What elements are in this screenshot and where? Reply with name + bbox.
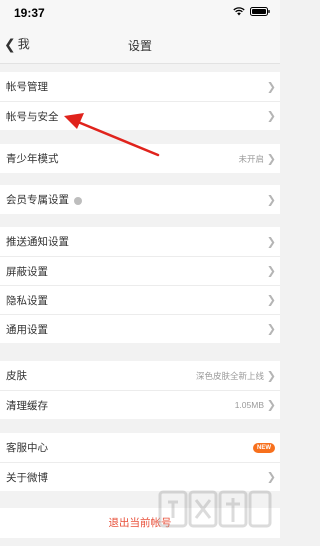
settings-item-teen-mode[interactable]: 青少年模式 未开启 ❯ (0, 144, 280, 173)
cache-size: 1.05MB (234, 400, 264, 410)
chevron-right-icon: ❯ (266, 236, 276, 248)
battery-icon (250, 7, 270, 16)
chevron-right-icon: ❯ (266, 370, 276, 382)
chevron-right-icon: ❯ (266, 294, 276, 307)
chevron-right-icon: ❯ (266, 265, 276, 278)
skin-value: 深色皮肤全新上线 (195, 370, 264, 381)
chevron-right-icon: ❯ (266, 81, 276, 93)
chevron-right-icon: ❯ (266, 110, 276, 123)
settings-item-skin[interactable]: 皮肤 深色皮肤全新上线 ❯ (0, 361, 280, 390)
settings-item-label: 帐号管理 (6, 81, 48, 93)
status-bar: 19:37 (0, 0, 280, 26)
settings-group-account: 帐号管理 ❯ 帐号与安全 ❯ (0, 72, 280, 130)
status-icons (233, 7, 270, 16)
chevron-right-icon: ❯ (266, 323, 276, 336)
settings-item-vip-settings[interactable]: 会员专属设置 ❯ (0, 185, 280, 214)
settings-item-account-management[interactable]: 帐号管理 ❯ (0, 72, 280, 101)
settings-item-label: 客服中心 (6, 442, 48, 454)
settings-item-label: 屏蔽设置 (6, 265, 48, 278)
settings-item-customer-service[interactable]: 客服中心 NEW (0, 433, 280, 462)
settings-item-general-settings[interactable]: 通用设置 ❯ (0, 314, 280, 343)
settings-item-label: 帐号与安全 (6, 110, 59, 123)
settings-item-privacy-settings[interactable]: 隐私设置 ❯ (0, 285, 280, 314)
chevron-right-icon: ❯ (266, 399, 276, 412)
settings-item-clear-cache[interactable]: 清理缓存 1.05MB ❯ (0, 390, 280, 419)
settings-group-general: 推送通知设置 ❯ 屏蔽设置 ❯ 隐私设置 ❯ 通用设置 ❯ (0, 227, 280, 343)
page-title: 设置 (127, 39, 152, 53)
settings-group-display: 皮肤 深色皮肤全新上线 ❯ 清理缓存 1.05MB ❯ (0, 361, 280, 419)
settings-item-label: 皮肤 (6, 370, 27, 382)
settings-item-label: 隐私设置 (6, 294, 48, 307)
settings-item-label: 关于微博 (6, 471, 48, 484)
settings-item-label: 通用设置 (6, 323, 48, 336)
settings-item-label: 推送通知设置 (6, 236, 69, 248)
status-time: 19:37 (14, 6, 45, 20)
navbar: ❮ 我 设置 (0, 26, 280, 64)
chevron-right-icon: ❯ (266, 194, 276, 206)
settings-group-teen: 青少年模式 未开启 ❯ (0, 144, 280, 173)
settings-item-label: 会员专属设置 (6, 194, 69, 206)
teen-mode-status: 未开启 (238, 153, 264, 164)
settings-item-push-notifications[interactable]: 推送通知设置 ❯ (0, 227, 280, 256)
settings-item-account-security[interactable]: 帐号与安全 ❯ (0, 101, 280, 130)
wifi-icon (233, 7, 245, 16)
vip-icon (74, 196, 82, 205)
settings-item-label: 清理缓存 (6, 399, 48, 412)
settings-group-vip: 会员专属设置 ❯ (0, 185, 280, 214)
new-badge: NEW (253, 442, 275, 453)
watermark-logo (158, 490, 272, 528)
chevron-right-icon: ❯ (266, 153, 276, 165)
settings-item-label: 青少年模式 (6, 153, 59, 165)
settings-item-block-settings[interactable]: 屏蔽设置 ❯ (0, 256, 280, 285)
